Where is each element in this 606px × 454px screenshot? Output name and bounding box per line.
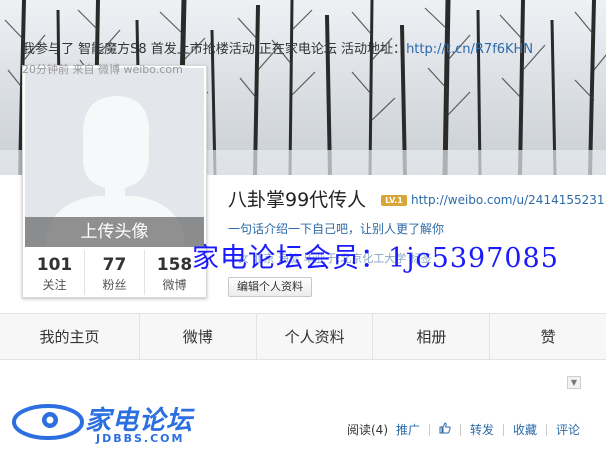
stat-following-label: 关注	[42, 278, 67, 292]
tab-likes[interactable]: 赞	[490, 314, 606, 359]
stat-followers[interactable]: 77 粉丝	[85, 250, 145, 295]
stat-following-count: 101	[36, 255, 73, 275]
divider	[546, 423, 548, 436]
forward-link[interactable]: 转发	[466, 421, 498, 438]
divider	[460, 423, 462, 436]
upload-avatar-button[interactable]: 上传头像	[25, 217, 204, 247]
tab-weibo[interactable]: 微博	[139, 314, 257, 359]
jdbbs-logo-watermark: 家电论坛 JDBBS.COM	[10, 398, 200, 450]
profile-nav-tabs: 我的主页 微博 个人资料 相册 赞	[0, 313, 606, 360]
profile-url-link[interactable]: http://weibo.com/u/2414155231	[411, 193, 605, 207]
forum-member-watermark: 家电论坛会员：1jc5397085	[192, 243, 559, 274]
divider	[503, 423, 505, 436]
stat-followers-count: 77	[102, 255, 127, 275]
feed-actions: 阅读(4) 推广 转发 收藏 评论	[343, 421, 584, 438]
username: 八卦掌99代传人	[228, 189, 367, 211]
feed-text: 我参与了 智能魔方S8 首发上市抢楼活动 正在家电论坛 活动地址：http://…	[22, 38, 533, 57]
edit-profile-button[interactable]: 编辑个人资料	[228, 277, 312, 297]
comment-link[interactable]: 评论	[552, 421, 584, 438]
stat-following[interactable]: 101 关注	[25, 250, 85, 295]
promote-link[interactable]: 推广	[392, 421, 424, 438]
profile-page: 上传头像 101 关注 77 粉丝 158 微博 八卦掌99代传人 LV.1 h…	[0, 0, 606, 454]
feed-content: 我参与了 智能魔方S8 首发上市抢楼活动 正在家电论坛 活动地址：	[22, 42, 407, 57]
feed-link[interactable]: http://t.cn/R7f6KHN	[406, 42, 533, 57]
feed-menu-chevron-down-icon[interactable]: ▼	[567, 376, 581, 389]
feed-source: 20分钟前 来自 微博 weibo.com	[22, 63, 183, 76]
vip-level-badge[interactable]: LV.1	[381, 195, 407, 206]
tab-my-home[interactable]: 我的主页	[0, 314, 140, 359]
intro-link[interactable]: 一句话介绍一下自己吧，让别人更了解你	[228, 220, 444, 237]
like-button[interactable]	[435, 422, 455, 437]
logo-swoosh-icon	[12, 404, 84, 440]
read-count: 阅读(4)	[347, 423, 388, 437]
avatar[interactable]: 上传头像	[25, 68, 204, 247]
stat-weibo-label: 微博	[162, 278, 187, 292]
stat-followers-label: 粉丝	[102, 278, 127, 292]
tab-album[interactable]: 相册	[373, 314, 491, 359]
avatar-card: 上传头像 101 关注 77 粉丝 158 微博	[22, 65, 207, 298]
thumbs-up-icon	[439, 422, 451, 434]
divider	[429, 423, 431, 436]
tab-profile-info[interactable]: 个人资料	[256, 314, 374, 359]
profile-stats: 101 关注 77 粉丝 158 微博	[25, 250, 204, 295]
favorite-link[interactable]: 收藏	[509, 421, 541, 438]
logo-subtext: JDBBS.COM	[96, 432, 185, 445]
